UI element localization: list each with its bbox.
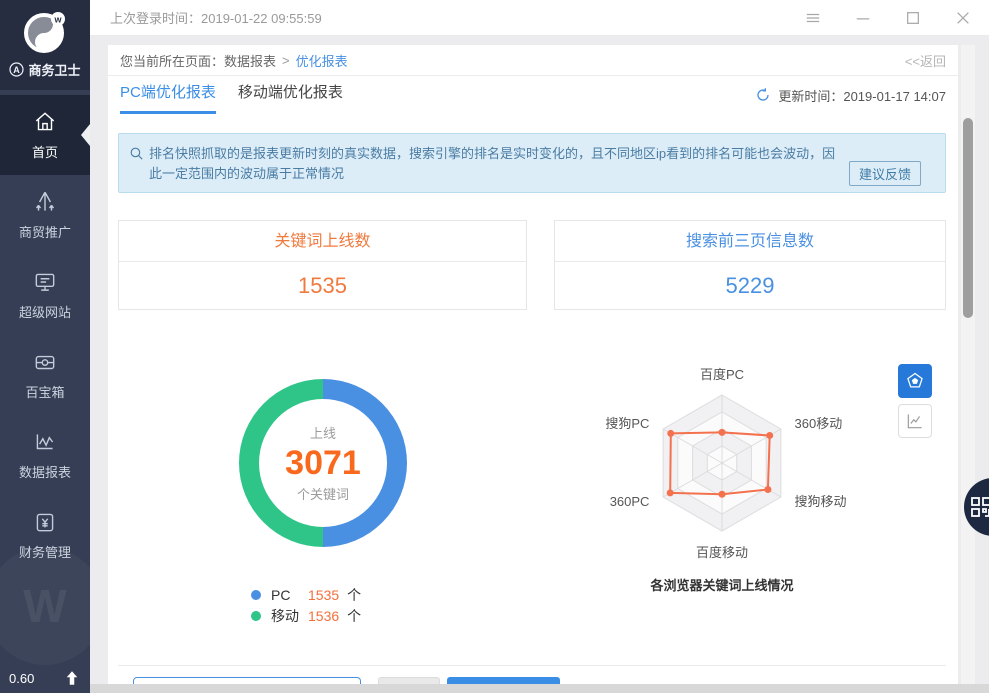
legend-value: 1535: [308, 586, 340, 603]
sidebar-item-website[interactable]: 超级网站: [0, 255, 90, 335]
legend-name: 移动: [271, 607, 299, 624]
close-icon: [957, 11, 969, 24]
update-time-area: 更新时间：2019-01-17 14:07: [755, 86, 958, 105]
notice-text: 排名快照抓取的是报表更新时刻的真实数据，搜索引擎的排名是实时变化的，且不同地区i…: [149, 146, 836, 181]
legend-unit: 个: [347, 586, 362, 603]
svg-text:360PC: 360PC: [610, 494, 650, 509]
notice-banner: 排名快照抓取的是报表更新时刻的真实数据，搜索引擎的排名是实时变化的，且不同地区i…: [118, 133, 946, 193]
scrollbar-track[interactable]: [961, 45, 975, 684]
tabs-row: PC端优化报表 移动端优化报表 更新时间：2019-01-17 14:07: [108, 76, 958, 114]
back-link[interactable]: <<返回: [905, 51, 946, 70]
update-time-text: 更新时间：2019-01-17 14:07: [778, 88, 946, 104]
titlebar: 上次登录时间：2019-01-22 09:55:59: [90, 0, 989, 36]
stat-cards-row: 关键词上线数 1535 搜索前三页信息数 5229: [118, 220, 946, 310]
window-bottom-strip: [90, 684, 989, 693]
menu-button[interactable]: [803, 8, 823, 28]
legend-dot: [251, 610, 261, 621]
stat-card-keywords-online: 关键词上线数 1535: [118, 220, 527, 310]
data-report-icon: [36, 434, 54, 450]
line-view-button[interactable]: [898, 404, 932, 438]
breadcrumb-separator: >: [282, 52, 290, 68]
promotion-icon: [35, 191, 55, 211]
refresh-icon[interactable]: [755, 87, 771, 103]
sidebar-item-label: 商贸推广: [18, 225, 71, 240]
breadcrumb: 您当前所在页面： 数据报表 > 优化报表 <<返回: [108, 45, 958, 76]
minimize-button[interactable]: [853, 8, 873, 28]
legend-item-pc: PC 1535 个: [251, 584, 361, 605]
svg-text:搜狗PC: 搜狗PC: [605, 416, 649, 431]
radar-chart-title: 各浏览器关键词上线情况: [650, 578, 794, 593]
line-chart-icon: [907, 414, 922, 429]
bottom-input[interactable]: [133, 677, 361, 684]
svg-text:百度PC: 百度PC: [700, 367, 744, 382]
sidebar-item-label: 首页: [31, 145, 58, 160]
sidebar-nav: 首页 商贸推广 超级网站 百宝箱 数据报表 财务管理: [0, 95, 90, 575]
radar-view-button[interactable]: [898, 364, 932, 398]
brand-name: 商务卫士: [28, 63, 81, 78]
donut-center-label: 上线 3071 个关键词: [239, 379, 407, 547]
sidebar-footer: 0.60: [0, 669, 90, 687]
feedback-button[interactable]: 建议反馈: [848, 161, 921, 186]
stat-card-top3-info: 搜索前三页信息数 5229: [554, 220, 946, 310]
sidebar-item-home[interactable]: 首页: [0, 95, 90, 175]
sidebar-item-label: 超级网站: [18, 305, 71, 320]
finance-icon: [36, 513, 54, 532]
chart-toolbar: [898, 364, 932, 438]
keyword-donut-chart: 上线 3071 个关键词: [239, 379, 407, 547]
up-arrow-icon[interactable]: [63, 669, 81, 687]
legend-dot: [251, 589, 261, 600]
donut-center-bottom: 个关键词: [296, 487, 349, 502]
app-logo-icon: w: [24, 12, 65, 53]
donut-center-top: 上线: [309, 426, 336, 441]
tab-mobile-report[interactable]: 移动端优化报表: [238, 76, 343, 114]
donut-center-value: 3071: [285, 444, 361, 482]
brand: w A 商务卫士: [0, 0, 90, 90]
toolbox-icon: [35, 355, 55, 370]
badge-letter: A: [14, 65, 21, 75]
sidebar-item-promotion[interactable]: 商贸推广: [0, 175, 90, 255]
svg-text:搜狗移动: 搜狗移动: [795, 494, 847, 509]
content-card: 您当前所在页面： 数据报表 > 优化报表 <<返回 PC端优化报表 移动端优化报…: [108, 45, 958, 684]
close-button[interactable]: [953, 8, 973, 28]
stat-card-title: 搜索前三页信息数: [555, 221, 945, 262]
legend-value: 1536: [308, 607, 340, 624]
scrollbar-thumb[interactable]: [963, 118, 973, 318]
website-icon: [35, 273, 55, 291]
bottom-button-secondary[interactable]: [378, 677, 440, 684]
breadcrumb-current[interactable]: 优化报表: [296, 51, 348, 70]
sidebar-item-toolbox[interactable]: 百宝箱: [0, 335, 90, 415]
sidebar: w A 商务卫士 首页 商贸推广 超级网站 百宝箱 数据报表 财务管理 W 0.…: [0, 0, 104, 693]
qr-code-icon: [971, 497, 989, 517]
legend-item-mobile: 移动 1536 个: [251, 605, 361, 626]
minimize-icon: [856, 17, 870, 20]
breadcrumb-prefix: 您当前所在页面：: [120, 53, 225, 69]
window-controls: [803, 8, 989, 28]
legend-unit: 个: [347, 607, 362, 624]
donut-legend: PC 1535 个 移动 1536 个: [251, 584, 361, 626]
menu-icon: [806, 13, 820, 22]
logo-letter: w: [53, 15, 62, 25]
tab-pc-report[interactable]: PC端优化报表: [120, 76, 216, 114]
last-login-text: 上次登录时间：2019-01-22 09:55:59: [110, 11, 322, 26]
sidebar-item-reports[interactable]: 数据报表: [0, 415, 90, 495]
version-label: 0.60: [9, 670, 35, 686]
stat-card-title: 关键词上线数: [119, 221, 526, 262]
maximize-button[interactable]: [903, 8, 923, 28]
stat-card-value: 1535: [298, 273, 347, 298]
browser-radar-chart: 百度PC 360移动搜狗移动百度移动 360PC 搜狗PC: [557, 361, 887, 573]
radar-chart-icon: [907, 372, 923, 388]
breadcrumb-section: 数据报表: [224, 53, 277, 69]
brand-badge-icon: A: [9, 62, 25, 77]
bottom-button-primary[interactable]: [447, 677, 560, 684]
home-icon: [35, 112, 55, 131]
sidebar-item-label: 数据报表: [18, 465, 71, 480]
svg-text:360移动: 360移动: [795, 416, 843, 431]
legend-name: PC: [271, 586, 291, 603]
maximize-icon: [907, 11, 919, 24]
search-icon: [130, 147, 143, 160]
sidebar-item-label: 百宝箱: [25, 385, 65, 400]
section-divider: [118, 665, 946, 666]
stat-card-value: 5229: [725, 273, 775, 298]
svg-text:百度移动: 百度移动: [696, 545, 748, 560]
